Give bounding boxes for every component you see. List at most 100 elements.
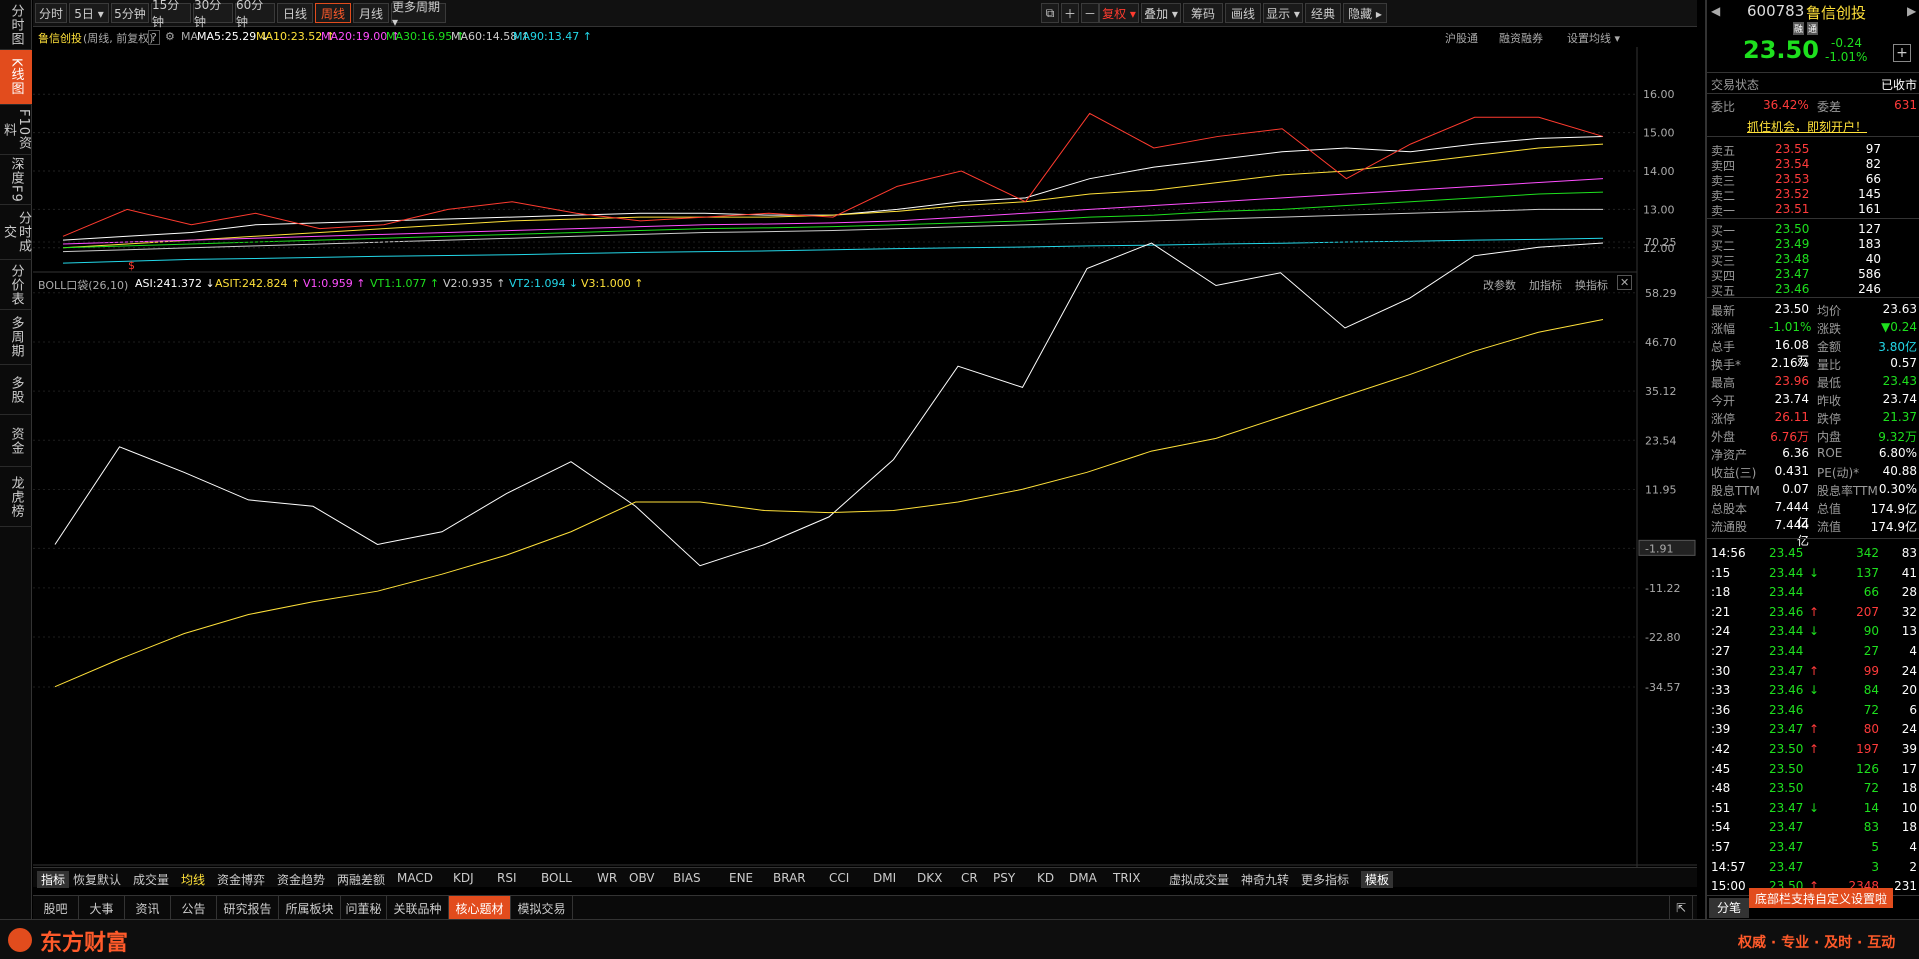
indicator-tab-26[interactable]: 更多指标 [1301, 871, 1349, 888]
indicator-tab-17[interactable]: DMI [873, 871, 896, 885]
tick-arrow: ↑ [1809, 742, 1820, 756]
lower-tick-label: -1.91 [1645, 542, 1673, 555]
indicator-tab-6[interactable]: 两融差额 [337, 871, 385, 888]
kline-chart[interactable]: 16.0015.0014.0013.0012.00$70.2558.2946.7… [33, 27, 1697, 867]
window-icon[interactable]: ⧉ [1041, 3, 1059, 23]
tick-time: :48 [1711, 781, 1731, 796]
indicator-tab-24[interactable]: 虚拟成交量 [1169, 871, 1229, 888]
tick-time: :45 [1711, 761, 1731, 776]
toolbar-right-button-5[interactable]: 经典 [1305, 3, 1341, 23]
sidebar-item-0[interactable]: 分时图 [0, 0, 32, 50]
tick-count: 231 [1894, 878, 1917, 893]
info-tab-6[interactable]: 问董秘 [341, 896, 387, 920]
indicator-tab-13[interactable]: BIAS [673, 871, 701, 885]
sidebar-item-7[interactable]: 多股 [0, 365, 32, 415]
sidebar-item-9[interactable]: 龙虎榜 [0, 467, 32, 527]
info-tab-1[interactable]: 大事 [79, 896, 125, 920]
tab-fenbi[interactable]: 分笔 [1709, 898, 1749, 918]
indicator-tab-10[interactable]: BOLL [541, 871, 572, 885]
zoom-in-icon[interactable]: ＋ [1061, 3, 1079, 23]
ask-price: 23.55 [1775, 142, 1810, 156]
switch-indicator-button[interactable]: 换指标 [1575, 277, 1608, 293]
period-button-2[interactable]: 5分钟 [111, 3, 149, 23]
prev-stock-icon[interactable]: ◀ [1711, 4, 1720, 18]
indicator-name[interactable]: BOLL口袋(26,10) [38, 277, 128, 293]
indicator-tab-19[interactable]: CR [961, 871, 978, 885]
indicator-tab-11[interactable]: WR [597, 871, 617, 885]
indicator-tab-7[interactable]: MACD [397, 871, 433, 885]
period-button-5[interactable]: 60分钟 [235, 0, 275, 29]
info-tab-7[interactable]: 关联品种 [387, 896, 449, 920]
toolbar-right-button-1[interactable]: 叠加 ▾ [1141, 3, 1181, 23]
indicator-tab-8[interactable]: KDJ [453, 871, 474, 885]
stat-row: 总手 16.08万 金额 3.80亿 [1707, 336, 1919, 368]
sidebar-item-8[interactable]: 资金 [0, 415, 32, 467]
stat-row: 收益(三) 0.431 PE(动)* 40.88 [1707, 462, 1919, 480]
stat-value: 174.9亿 [1870, 520, 1917, 534]
expand-icon[interactable]: ⇱ [1669, 896, 1693, 920]
indicator-tab-2[interactable]: 成交量 [133, 871, 169, 888]
sidebar-item-4[interactable]: 分时成交 [0, 205, 32, 260]
toolbar-right-button-3[interactable]: 画线 [1225, 3, 1261, 23]
sidebar-item-1[interactable]: K线图 [0, 50, 32, 105]
toolbar-right-button-2[interactable]: 筹码 [1183, 3, 1223, 23]
tick-row: :39 23.47 ↑ 80 24 [1707, 720, 1919, 738]
info-tab-5[interactable]: 所属板块 [279, 896, 341, 920]
next-stock-icon[interactable]: ▶ [1907, 4, 1916, 18]
indicator-tab-21[interactable]: KD [1037, 871, 1054, 885]
indicator-tab-27[interactable]: 模板 [1361, 871, 1394, 888]
sidebar-item-5[interactable]: 分价表 [0, 260, 32, 310]
tick-time: :30 [1711, 663, 1731, 678]
close-icon[interactable]: ✕ [1617, 275, 1633, 290]
upper-series-close [62, 112, 1604, 237]
open-account-banner[interactable]: 抓住机会，即刻开户！ [1747, 118, 1867, 135]
toolbar-right-button-6[interactable]: 隐藏 ▸ [1343, 3, 1387, 23]
period-button-9[interactable]: 更多周期 ▾ [391, 0, 446, 29]
indicator-tab-5[interactable]: 资金趋势 [277, 871, 325, 888]
info-tab-9[interactable]: 模拟交易 [511, 896, 573, 920]
period-button-3[interactable]: 15分钟 [151, 0, 191, 29]
custom-bottom-bar-toast[interactable]: 底部栏支持自定义设置啦 [1749, 888, 1894, 908]
info-tab-3[interactable]: 公告 [171, 896, 217, 920]
sidebar-item-3[interactable]: 深度F9 [0, 155, 32, 205]
indicator-tab-14[interactable]: ENE [729, 871, 753, 885]
period-button-4[interactable]: 30分钟 [193, 0, 233, 29]
change-params-button[interactable]: 改参数 [1483, 277, 1516, 293]
add-watchlist-icon[interactable]: + [1893, 44, 1911, 62]
lower-tick-label: 35.12 [1645, 385, 1677, 398]
info-tab-0[interactable]: 股吧 [33, 896, 79, 920]
indicator-tab-12[interactable]: OBV [629, 871, 655, 885]
indicator-tab-18[interactable]: DKX [917, 871, 942, 885]
indicator-tab-9[interactable]: RSI [497, 871, 517, 885]
indicator-tab-15[interactable]: BRAR [773, 871, 806, 885]
bid-volume: 40 [1865, 252, 1881, 266]
zoom-out-icon[interactable]: － [1081, 3, 1099, 23]
period-button-6[interactable]: 日线 [277, 3, 313, 23]
indicator-tab-20[interactable]: PSY [993, 871, 1015, 885]
indicator-tab-4[interactable]: 资金博弈 [217, 871, 265, 888]
add-indicator-button[interactable]: 加指标 [1529, 277, 1562, 293]
indicator-tab-0[interactable]: 指标 [37, 871, 70, 888]
tick-price: 23.45 [1769, 546, 1804, 560]
period-button-7[interactable]: 周线 [315, 3, 351, 23]
toolbar-right-button-4[interactable]: 显示 ▾ [1263, 3, 1303, 23]
sidebar-item-2[interactable]: F10资料 [0, 105, 32, 155]
period-button-1[interactable]: 5日 ▾ [69, 3, 109, 23]
tick-volume: 84 [1863, 683, 1879, 698]
indicator-tab-22[interactable]: DMA [1069, 871, 1097, 885]
info-tab-2[interactable]: 资讯 [125, 896, 171, 920]
tick-volume: 126 [1856, 761, 1879, 776]
sidebar-item-6[interactable]: 多周期 [0, 310, 32, 365]
toolbar-right-button-0[interactable]: 复权 ▾ [1099, 3, 1139, 23]
indicator-tab-25[interactable]: 神奇九转 [1241, 871, 1289, 888]
indicator-tab-1[interactable]: 恢复默认 [73, 871, 121, 888]
indicator-tab-16[interactable]: CCI [829, 871, 849, 885]
indicator-tab-3[interactable]: 均线 [181, 871, 205, 888]
tick-count: 13 [1901, 624, 1917, 639]
info-tab-8[interactable]: 核心题材 [449, 896, 511, 920]
stat-label: 外盘 [1711, 430, 1736, 444]
period-button-8[interactable]: 月线 [353, 3, 389, 23]
indicator-tab-23[interactable]: TRIX [1113, 871, 1140, 885]
info-tab-4[interactable]: 研究报告 [217, 896, 279, 920]
period-button-0[interactable]: 分时 [35, 3, 67, 23]
